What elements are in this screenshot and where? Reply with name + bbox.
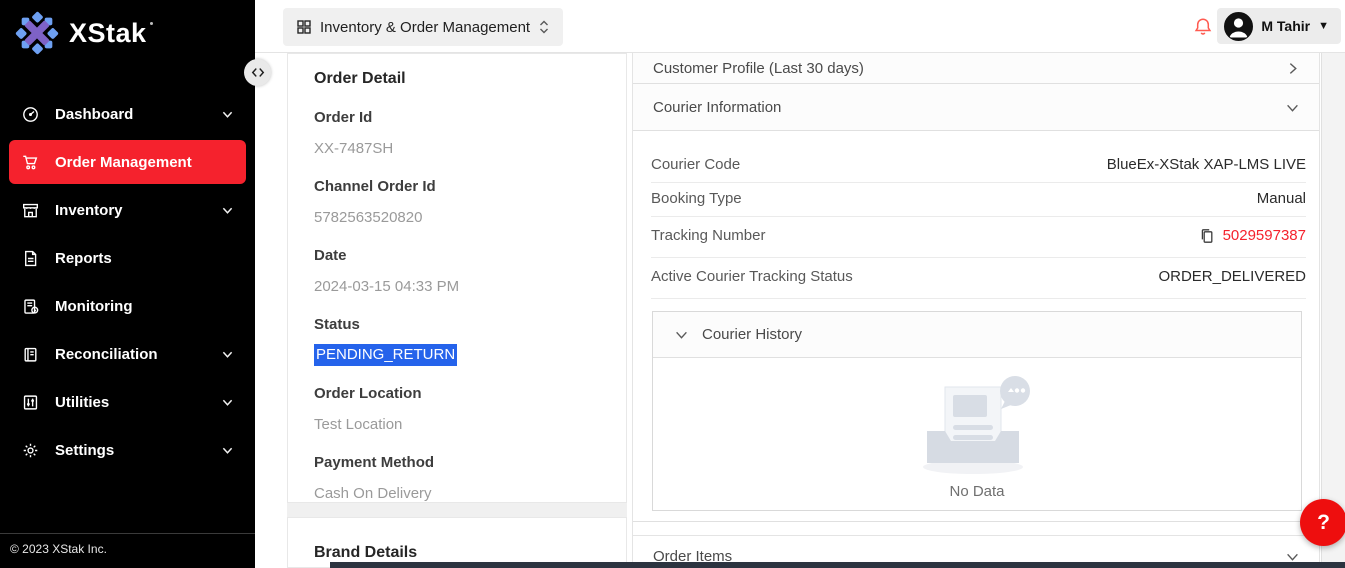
store-icon bbox=[22, 202, 39, 219]
monitoring-icon bbox=[22, 298, 39, 315]
sidebar-item-dashboard[interactable]: Dashboard bbox=[9, 92, 246, 136]
apps-grid-icon bbox=[297, 20, 311, 34]
sidebar-item-reconciliation[interactable]: Reconciliation bbox=[9, 332, 246, 376]
collapse-chevrons-icon bbox=[251, 67, 265, 78]
courier-history-empty-state: No Data bbox=[653, 358, 1301, 510]
row-label: Booking Type bbox=[651, 190, 742, 207]
field-label: Order Id bbox=[314, 108, 600, 128]
order-sections-panel: Customer Profile (Last 30 days) Courier … bbox=[632, 53, 1320, 568]
chevron-down-icon bbox=[675, 328, 688, 341]
sidebar-footer: © 2023 XStak Inc. bbox=[0, 533, 255, 568]
field-value: Test Location bbox=[314, 415, 600, 435]
utilities-icon bbox=[22, 394, 39, 411]
vertical-scrollbar-track[interactable] bbox=[1321, 53, 1345, 568]
updown-selector-icon bbox=[539, 19, 549, 35]
sidebar-item-label: Monitoring bbox=[55, 298, 233, 315]
field-value: XX-7487SH bbox=[314, 139, 600, 159]
chevron-down-icon bbox=[222, 205, 233, 216]
row-label: Tracking Number bbox=[651, 227, 765, 244]
row-value: ORDER_DELIVERED bbox=[1158, 268, 1306, 285]
sidebar-item-monitoring[interactable]: Monitoring bbox=[9, 284, 246, 328]
sidebar-item-label: Utilities bbox=[55, 394, 222, 411]
sidebar-item-label: Dashboard bbox=[55, 106, 222, 123]
field-value: 2024-03-15 04:33 PM bbox=[314, 277, 600, 297]
sidebar: XStak Dashboard Order Management Invento… bbox=[0, 0, 255, 568]
sidebar-item-label: Reconciliation bbox=[55, 346, 222, 363]
order-detail-title: Order Detail bbox=[314, 68, 600, 90]
sidebar-item-label: Settings bbox=[55, 442, 222, 459]
app-switcher-dropdown[interactable]: Inventory & Order Management bbox=[283, 8, 563, 46]
row-value: Manual bbox=[1257, 190, 1306, 207]
sidebar-item-settings[interactable]: Settings bbox=[9, 428, 246, 472]
chevron-down-icon bbox=[222, 445, 233, 456]
courier-information-label: Courier Information bbox=[653, 99, 781, 116]
field-value: 5782563520820 bbox=[314, 208, 600, 228]
settings-icon bbox=[22, 442, 39, 459]
sidebar-item-label: Order Management bbox=[55, 154, 233, 171]
no-data-text: No Data bbox=[949, 483, 1004, 500]
row-value: BlueEx-XStak XAP-LMS LIVE bbox=[1107, 156, 1306, 173]
tracking-status-row: Active Courier Tracking Status ORDER_DEL… bbox=[651, 258, 1306, 299]
row-label: Active Courier Tracking Status bbox=[651, 268, 853, 285]
courier-history-header[interactable]: Courier History bbox=[653, 312, 1301, 358]
row-label: Courier Code bbox=[651, 156, 740, 173]
reconciliation-icon bbox=[22, 346, 39, 363]
sidebar-item-label: Reports bbox=[55, 250, 233, 267]
cart-icon bbox=[22, 154, 39, 171]
dashboard-icon bbox=[22, 106, 39, 123]
report-icon bbox=[22, 250, 39, 267]
caret-down-icon: ▼ bbox=[1318, 20, 1329, 32]
help-button[interactable]: ? bbox=[1300, 499, 1345, 546]
logo-text: XStak bbox=[69, 18, 147, 49]
field-label: Order Location bbox=[314, 384, 600, 404]
tracking-number-link[interactable]: 5029597387 bbox=[1223, 227, 1306, 244]
brand-details-card: Brand Details bbox=[287, 517, 627, 568]
accordion-customer-profile[interactable]: Customer Profile (Last 30 days) bbox=[633, 53, 1319, 84]
logo-trademark-dot bbox=[150, 22, 153, 25]
status-value-selected: PENDING_RETURN bbox=[314, 344, 457, 366]
notification-bell-icon[interactable] bbox=[1193, 17, 1213, 37]
accordion-courier-information[interactable]: Courier Information bbox=[633, 84, 1319, 131]
chevron-right-icon bbox=[1286, 62, 1299, 75]
field-label: Status bbox=[314, 315, 600, 335]
chevron-down-icon bbox=[222, 349, 233, 360]
copy-icon[interactable] bbox=[1199, 228, 1215, 244]
chevron-down-icon bbox=[1286, 101, 1299, 114]
topbar: Inventory & Order Management M Tahir ▼ bbox=[255, 0, 1345, 53]
sidebar-item-order-management[interactable]: Order Management bbox=[9, 140, 246, 184]
sidebar-item-inventory[interactable]: Inventory bbox=[9, 188, 246, 232]
empty-inbox-illustration bbox=[913, 369, 1041, 477]
chevron-down-icon bbox=[222, 397, 233, 408]
courier-code-row: Courier Code BlueEx-XStak XAP-LMS LIVE bbox=[651, 149, 1306, 183]
booking-type-row: Booking Type Manual bbox=[651, 183, 1306, 217]
horizontal-scrollbar-thumb[interactable] bbox=[330, 562, 1345, 568]
sidebar-item-reports[interactable]: Reports bbox=[9, 236, 246, 280]
sidebar-nav: Dashboard Order Management Inventory bbox=[0, 92, 255, 472]
field-label: Payment Method bbox=[314, 453, 600, 473]
avatar bbox=[1224, 12, 1253, 41]
tracking-number-row: Tracking Number 5029597387 bbox=[651, 217, 1306, 258]
order-detail-column: Order Detail Order Id XX-7487SH Channel … bbox=[287, 53, 627, 568]
order-detail-card: Order Detail Order Id XX-7487SH Channel … bbox=[287, 53, 627, 503]
customer-profile-label: Customer Profile (Last 30 days) bbox=[653, 60, 864, 77]
xstak-logo: XStak bbox=[0, 0, 255, 56]
sidebar-collapse-button[interactable] bbox=[244, 59, 271, 86]
courier-history-label: Courier History bbox=[702, 326, 802, 343]
field-label: Channel Order Id bbox=[314, 177, 600, 197]
sidebar-item-label: Inventory bbox=[55, 202, 222, 219]
sidebar-item-utilities[interactable]: Utilities bbox=[9, 380, 246, 424]
chevron-down-icon bbox=[222, 109, 233, 120]
field-value: Cash On Delivery bbox=[314, 484, 600, 504]
courier-information-content: Courier Code BlueEx-XStak XAP-LMS LIVE B… bbox=[633, 131, 1319, 522]
user-name: M Tahir bbox=[1261, 18, 1310, 34]
user-menu[interactable]: M Tahir ▼ bbox=[1217, 8, 1341, 44]
brand-details-title: Brand Details bbox=[314, 542, 600, 564]
xstak-logo-icon bbox=[14, 10, 60, 56]
field-label: Date bbox=[314, 246, 600, 266]
app-switcher-label: Inventory & Order Management bbox=[320, 19, 530, 36]
courier-history-box: Courier History bbox=[652, 311, 1302, 511]
